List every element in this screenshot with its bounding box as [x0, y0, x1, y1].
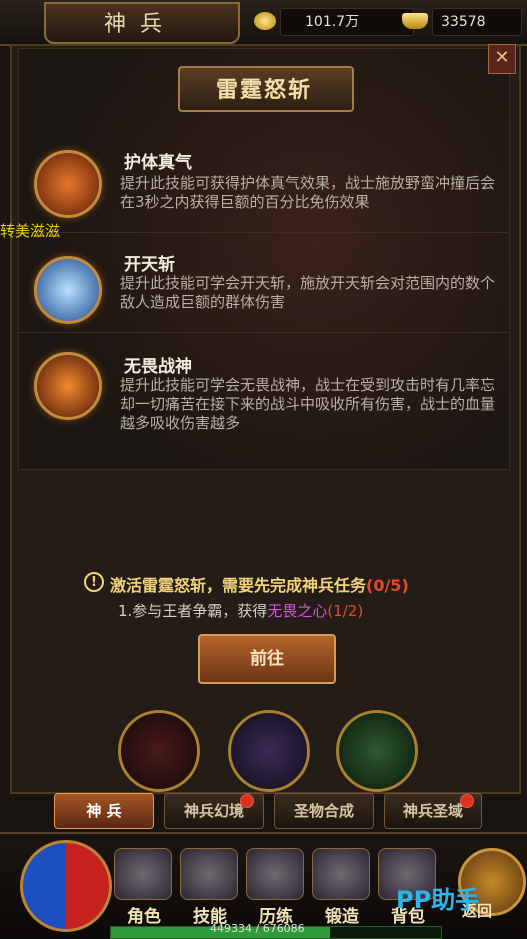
menu-item-lilian[interactable]: 历练 — [246, 848, 306, 928]
close-button[interactable]: ✕ — [488, 44, 516, 74]
warning-icon: ! — [84, 572, 104, 592]
task-prefix: 1.参与王者争霸，获得 — [118, 602, 268, 620]
task-item: 无畏之心 — [267, 602, 328, 620]
activation-notice: 激活雷霆怒斩，需要先完成神兵任务(0/5) — [110, 572, 409, 596]
skill-desc: 提升此技能可学会开天斩，施放开天斩会对范围内的数个敌人造成巨额的群体伤害 — [120, 274, 496, 311]
skill-name: 开天斩 — [124, 255, 175, 275]
skill-desc: 提升此技能可获得护体真气效果，战士施放野蛮冲撞后会在3秒之内获得巨额的百分比免伤… — [120, 174, 496, 211]
weapon-slot-1[interactable] — [118, 710, 200, 792]
taiji-orb-icon[interactable] — [20, 840, 112, 932]
skill-banner-title: 雷霆怒斩 — [215, 77, 312, 103]
xp-text: 449334 / 676086 — [210, 922, 305, 935]
skill-icon — [180, 848, 238, 900]
skill-kaitianzhan-icon[interactable] — [34, 256, 102, 324]
divider — [18, 232, 508, 233]
tab-shenbing[interactable]: 神 兵 — [54, 793, 154, 829]
menu-item-juese[interactable]: 角色 — [114, 848, 174, 928]
ingot-icon — [402, 13, 428, 29]
notification-dot — [240, 794, 254, 808]
training-icon — [246, 848, 304, 900]
weapon-slot-3[interactable] — [336, 710, 418, 792]
skill-hutizhenqi-icon[interactable] — [34, 150, 102, 218]
overlay-text: 转美滋滋 — [0, 222, 61, 240]
gold-amount: 101.7万 — [280, 8, 414, 36]
divider — [18, 332, 508, 333]
menu-label: 锻造 — [325, 907, 359, 927]
skill-name: 无畏战神 — [124, 357, 192, 377]
go-button[interactable]: 前往 — [198, 634, 336, 684]
task-line: 1.参与王者争霸，获得无畏之心(1/2) — [118, 600, 363, 621]
page-title: 神兵 — [103, 12, 176, 37]
menu-item-duanzao[interactable]: 锻造 — [312, 848, 372, 928]
character-icon — [114, 848, 172, 900]
menu-item-jineng[interactable]: 技能 — [180, 848, 240, 928]
notification-dot — [460, 794, 474, 808]
notice-count: (0/5) — [366, 576, 409, 595]
task-count: (1/2) — [327, 602, 364, 620]
gold-coin-icon — [254, 12, 276, 30]
menu-label: 角色 — [127, 907, 161, 927]
forge-icon — [312, 848, 370, 900]
skill-desc: 提升此技能可学会无畏战神，战士在受到攻击时有几率忘却一切痛苦在接下来的战斗中吸收… — [120, 376, 496, 432]
skill-name: 护体真气 — [124, 153, 192, 173]
tab-shengwu-hecheng[interactable]: 圣物合成 — [274, 793, 374, 829]
weapon-slot-2[interactable] — [228, 710, 310, 792]
skill-wuweizhanshen-icon[interactable] — [34, 352, 102, 420]
ingot-amount: 33578 — [432, 8, 522, 36]
notice-text: 激活雷霆怒斩，需要先完成神兵任务 — [110, 576, 367, 595]
watermark-text: PP助手 — [396, 886, 480, 914]
